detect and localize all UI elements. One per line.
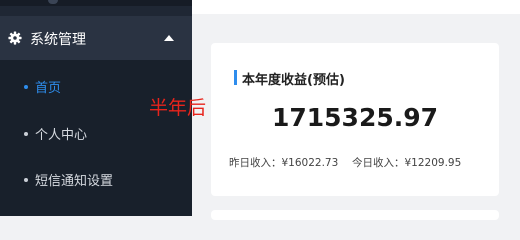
sidebar-item-label: 短信通知设置 bbox=[35, 174, 114, 189]
sidebar-top-strip bbox=[0, 0, 192, 6]
sidebar-group-system-management[interactable]: 系统管理 bbox=[0, 16, 192, 60]
main-content: 本年度收益(预估) 1715325.97 昨日收入：¥16022.73 今日收入… bbox=[192, 0, 520, 220]
sidebar-item-label: 个人中心 bbox=[35, 128, 88, 143]
annual-revenue-value: 1715325.97 bbox=[271, 103, 439, 132]
sidebar-item-label: 首页 bbox=[35, 81, 62, 96]
gear-icon bbox=[8, 31, 22, 45]
card-title-accent bbox=[234, 70, 237, 85]
annual-revenue-card: 本年度收益(预估) 1715325.97 昨日收入：¥16022.73 今日收入… bbox=[211, 43, 499, 196]
annotation-text: 半年后 bbox=[149, 97, 207, 119]
bullet-icon bbox=[24, 178, 28, 182]
top-bar bbox=[192, 0, 520, 14]
card-title: 本年度收益(预估) bbox=[242, 73, 345, 88]
caret-up-icon bbox=[164, 35, 174, 41]
sidebar-top-dot bbox=[48, 0, 58, 4]
today-income: 今日收入：¥12209.95 bbox=[352, 157, 462, 169]
sidebar-item-next-partial[interactable] bbox=[0, 203, 192, 216]
next-card-edge bbox=[211, 210, 499, 220]
bullet-icon bbox=[24, 85, 28, 89]
sidebar-item-sms-settings[interactable]: 短信通知设置 bbox=[0, 157, 192, 203]
bullet-icon bbox=[24, 132, 28, 136]
yesterday-income: 昨日收入：¥16022.73 bbox=[229, 157, 339, 169]
sidebar-submenu: 首页 个人中心 短信通知设置 bbox=[0, 60, 192, 216]
sidebar-group-label: 系统管理 bbox=[30, 32, 86, 48]
